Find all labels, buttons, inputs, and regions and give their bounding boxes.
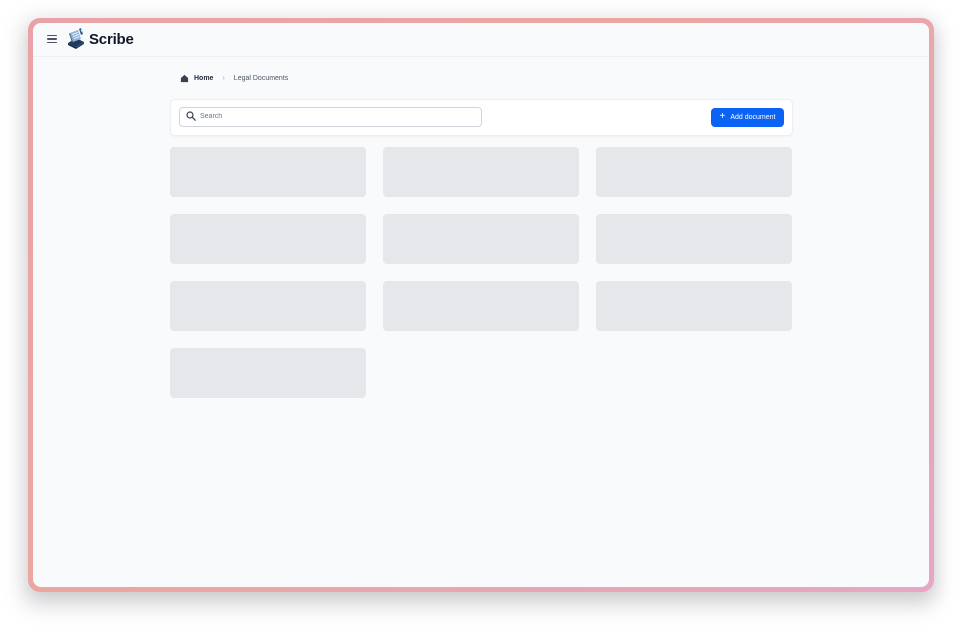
hamburger-menu-icon[interactable] [47, 35, 57, 43]
document-toolbar: + Add document [170, 99, 793, 136]
document-card-placeholder [383, 214, 579, 264]
add-document-button[interactable]: + Add document [711, 108, 784, 127]
plus-icon: + [719, 111, 726, 122]
document-card-placeholder [596, 147, 792, 197]
window-frame: Scribe Home › Legal Documents Search + A… [28, 18, 934, 592]
app-window: Scribe Home › Legal Documents Search + A… [33, 23, 929, 587]
breadcrumb-separator-icon: › [222, 74, 225, 82]
document-card-placeholder [170, 214, 366, 264]
document-card-placeholder [383, 147, 579, 197]
document-card-placeholder [383, 281, 579, 331]
document-card-placeholder [596, 281, 792, 331]
document-card-placeholder [170, 147, 366, 197]
breadcrumb: Home › Legal Documents [180, 72, 288, 84]
search-icon [186, 111, 196, 121]
breadcrumb-home-link[interactable]: Home [194, 75, 213, 82]
document-card-placeholder [170, 348, 366, 398]
add-document-button-label: Add document [730, 114, 776, 121]
document-card-placeholder [170, 281, 366, 331]
breadcrumb-current-page: Legal Documents [233, 74, 289, 82]
home-icon[interactable] [180, 74, 189, 83]
notebook-logo-icon [68, 28, 84, 49]
search-input[interactable] [200, 109, 470, 123]
top-bar: Scribe [33, 23, 929, 57]
app-brand-name[interactable]: Scribe [89, 31, 134, 48]
document-card-placeholder [596, 214, 792, 264]
screenshot-stage: Scribe Home › Legal Documents Search + A… [0, 0, 962, 630]
document-grid [170, 147, 792, 398]
search-box[interactable] [179, 107, 482, 127]
